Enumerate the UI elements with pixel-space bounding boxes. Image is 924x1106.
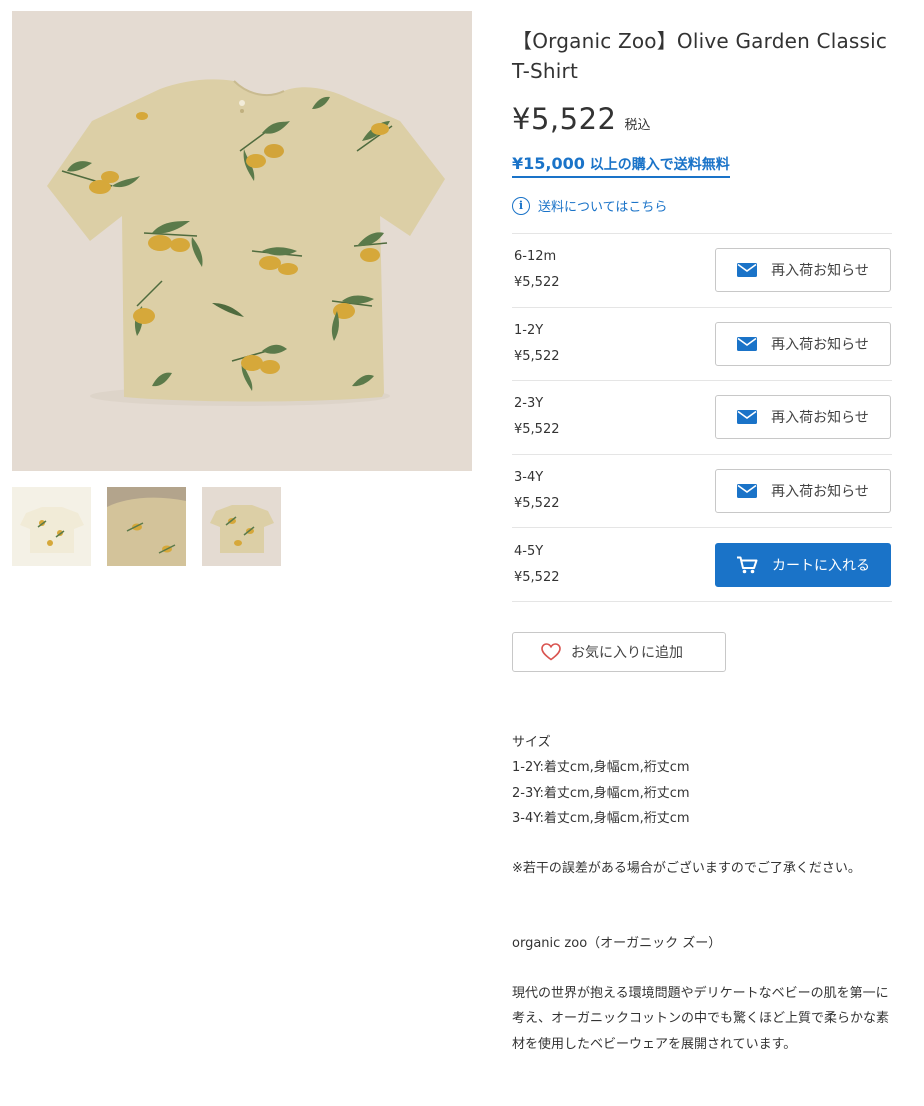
- button-label: 再入荷お知らせ: [771, 484, 869, 501]
- add-to-cart-button[interactable]: カートに入れる: [715, 542, 891, 587]
- variant-size: 3-4Y: [514, 470, 544, 486]
- variant-price: ¥5,522: [514, 275, 560, 291]
- add-favorite-label: お気に入りに追加: [571, 644, 683, 661]
- free-shipping-amount: ¥15,000: [512, 154, 585, 173]
- restock-notify-button[interactable]: 再入荷お知らせ: [715, 469, 891, 514]
- variant-size: 4-5Y: [514, 543, 544, 559]
- mail-icon: [737, 410, 758, 425]
- heart-icon: [541, 643, 561, 661]
- info-icon: i: [512, 196, 530, 215]
- tshirt-image: [12, 11, 472, 471]
- size-line: 1-2Y:着丈cm,身幅cm,裄丈cm: [512, 760, 690, 776]
- size-heading: サイズ: [512, 734, 551, 750]
- restock-notify-button[interactable]: 再入荷お知らせ: [715, 248, 891, 293]
- variant-row: 2-3Y ¥5,522 再入荷お知らせ: [512, 381, 892, 455]
- product-gallery: [12, 11, 472, 566]
- cart-icon: [736, 556, 758, 574]
- mail-icon: [737, 484, 758, 499]
- button-label: 再入荷お知らせ: [771, 263, 869, 280]
- variant-size: 1-2Y: [514, 322, 544, 338]
- mail-icon: [737, 263, 758, 278]
- restock-notify-button[interactable]: 再入荷お知らせ: [715, 395, 891, 440]
- variant-price: ¥5,522: [514, 569, 560, 585]
- free-shipping-banner: ¥15,000 以上の購入で送料無料: [512, 154, 730, 178]
- variant-list: 6-12m ¥5,522 再入荷お知らせ 1-2Y ¥5,522 再入荷お知らせ 2-3Y ¥…: [512, 233, 892, 602]
- variant-row: 3-4Y ¥5,522 再入荷お知らせ: [512, 455, 892, 529]
- product-info: 【Organic Zoo】Olive Garden Classic T-Shir…: [512, 26, 892, 1057]
- free-shipping-text: 以上の購入で送料無料: [589, 157, 730, 173]
- shipping-info-label: 送料についてはこちら: [538, 200, 668, 215]
- price-row: ¥5,522 税込: [512, 102, 892, 136]
- size-line: 2-3Y:着丈cm,身幅cm,裄丈cm: [512, 785, 690, 801]
- variant-price: ¥5,522: [514, 348, 560, 364]
- product-description: サイズ 1-2Y:着丈cm,身幅cm,裄丈cm 2-3Y:着丈cm,身幅cm,裄…: [512, 730, 892, 1058]
- button-label: 再入荷お知らせ: [771, 336, 869, 353]
- variant-info: 6-12m ¥5,522: [512, 244, 560, 296]
- brand-name: organic zoo（オーガニック ズー）: [512, 936, 722, 952]
- tax-label: 税込: [624, 118, 651, 133]
- add-favorite-button[interactable]: お気に入りに追加: [512, 631, 726, 672]
- variant-row: 1-2Y ¥5,522 再入荷お知らせ: [512, 308, 892, 382]
- restock-notify-button[interactable]: 再入荷お知らせ: [715, 321, 891, 366]
- button-label: 再入荷お知らせ: [771, 410, 869, 427]
- size-line: 3-4Y:着丈cm,身幅cm,裄丈cm: [512, 811, 690, 827]
- thumbnail-3[interactable]: [202, 487, 281, 566]
- variant-info: 1-2Y ¥5,522: [512, 318, 560, 370]
- variant-row: 6-12m ¥5,522 再入荷お知らせ: [512, 234, 892, 308]
- variant-price: ¥5,522: [514, 422, 560, 438]
- variant-info: 4-5Y ¥5,522: [512, 539, 560, 591]
- mail-icon: [737, 336, 758, 351]
- thumbnail-2[interactable]: [107, 487, 186, 566]
- brand-description: 現代の世界が抱える環境問題やデリケートなベビーの肌を第一に考え、オーガニックコッ…: [512, 985, 890, 1052]
- main-product-image[interactable]: [12, 11, 472, 471]
- variant-price: ¥5,522: [514, 496, 560, 512]
- button-label: カートに入れる: [772, 557, 870, 574]
- thumbnail-1[interactable]: [12, 487, 91, 566]
- variant-row: 4-5Y ¥5,522 カートに入れる: [512, 528, 892, 602]
- product-price: ¥5,522: [512, 102, 617, 136]
- size-note: ※若干の誤差がある場合がございますのでご了承ください。: [512, 860, 861, 876]
- shipping-info-link[interactable]: i 送料についてはこちら: [512, 196, 892, 215]
- thumbnail-strip: [12, 487, 472, 566]
- variant-info: 2-3Y ¥5,522: [512, 391, 560, 443]
- product-title: 【Organic Zoo】Olive Garden Classic T-Shir…: [512, 29, 888, 83]
- variant-size: 2-3Y: [514, 396, 544, 412]
- variant-info: 3-4Y ¥5,522: [512, 465, 560, 517]
- variant-size: 6-12m: [514, 249, 557, 265]
